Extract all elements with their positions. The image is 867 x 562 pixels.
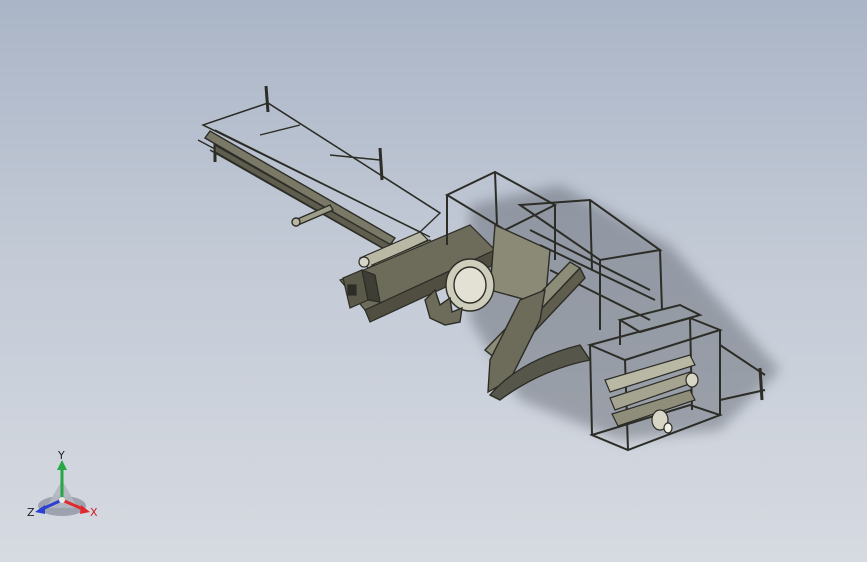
z-axis-label: Z bbox=[27, 506, 35, 519]
sawmill-assembly-model[interactable] bbox=[0, 0, 867, 562]
y-axis-label: Y bbox=[57, 449, 65, 462]
infeed-rail-frame bbox=[197, 85, 442, 260]
x-axis-label: X bbox=[90, 506, 98, 519]
graphics-viewport[interactable]: Y X Z bbox=[0, 0, 867, 562]
orientation-triad[interactable]: Y X Z bbox=[20, 448, 110, 528]
triad-origin bbox=[59, 497, 65, 503]
